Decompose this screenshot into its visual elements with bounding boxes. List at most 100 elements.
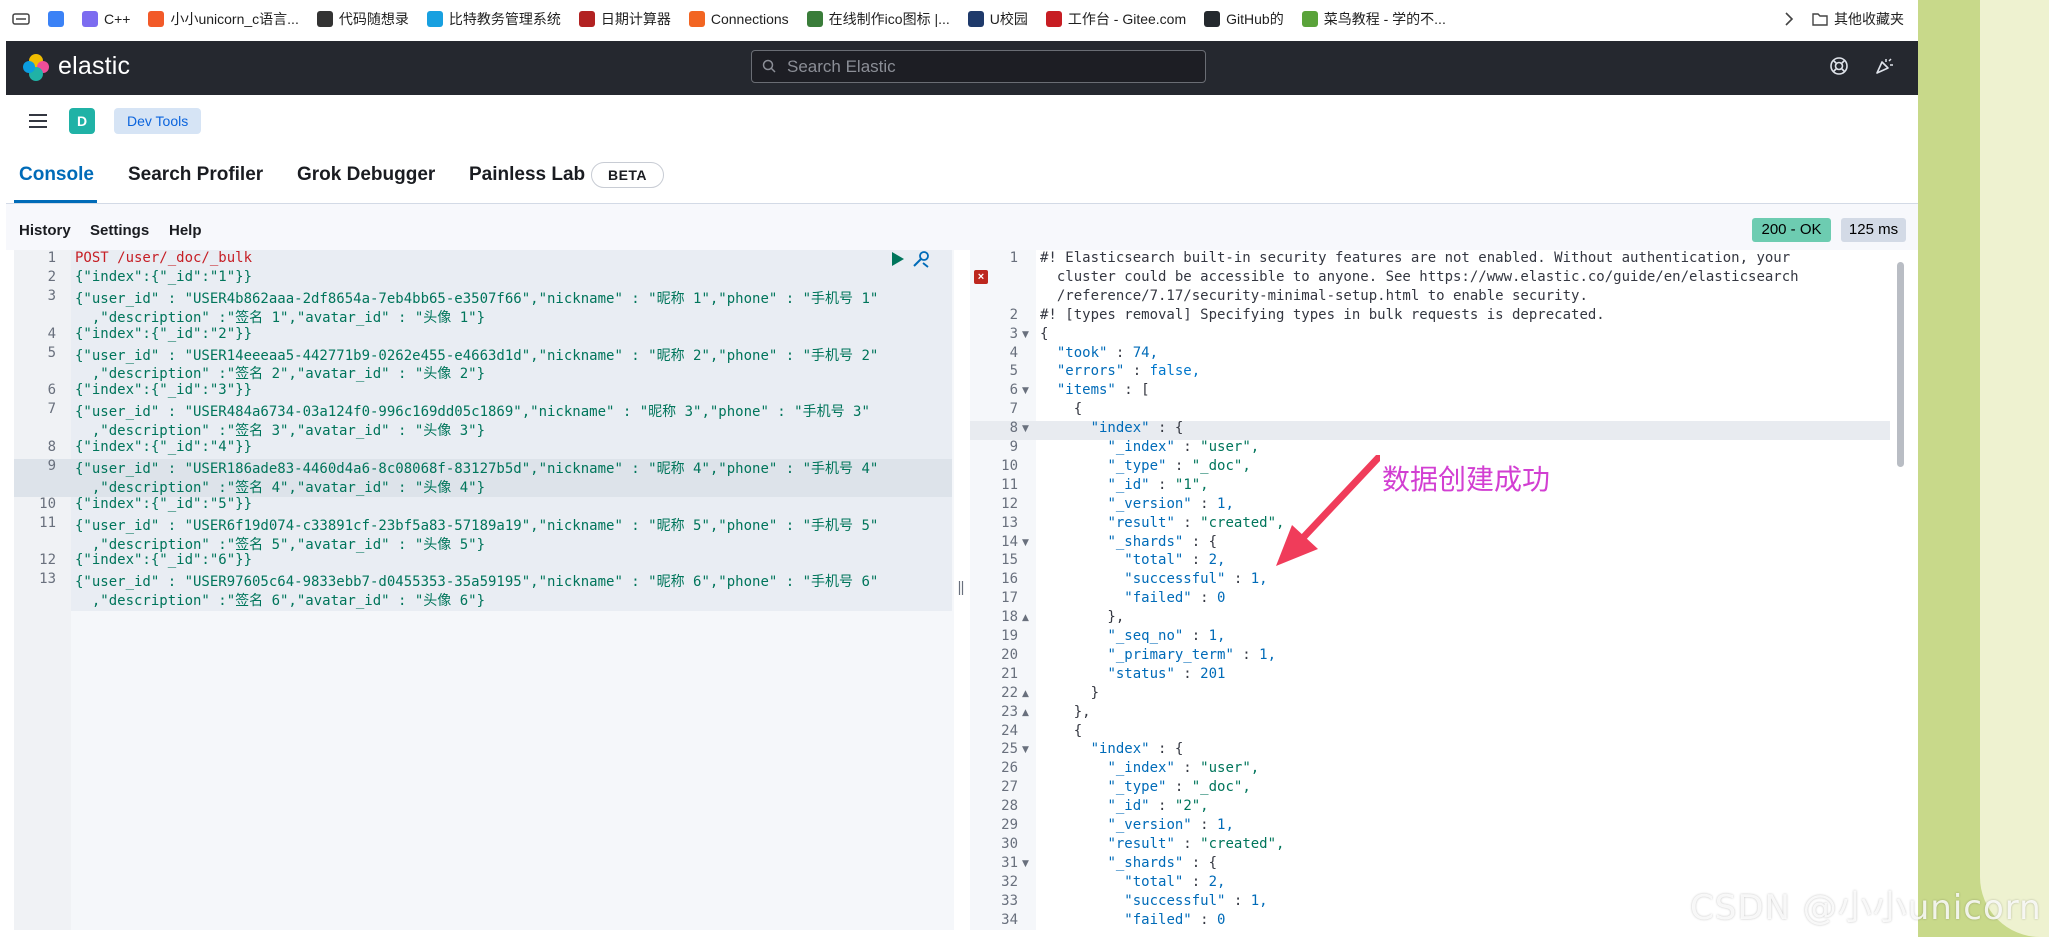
tab-search-profiler[interactable]: Search Profiler <box>128 164 263 186</box>
bookmark-item[interactable]: 比特教务管理系统 <box>426 9 561 29</box>
response-line-number: 29 <box>1001 817 1018 833</box>
fold-toggle-icon[interactable]: ▼ <box>1022 859 1029 869</box>
fold-toggle-icon[interactable]: ▼ <box>1022 386 1029 396</box>
newsfeed-cheer-icon[interactable] <box>1874 56 1894 76</box>
response-code-line: "total" : 2, <box>1124 552 1226 569</box>
warning-x-icon: × <box>974 270 988 284</box>
other-bookmarks-folder[interactable]: 其他收藏夹 <box>1812 9 1904 29</box>
request-code-line: {"index":{"_id":"5"}} <box>75 495 253 512</box>
settings-link[interactable]: Settings <box>90 222 149 239</box>
tab-console[interactable]: Console <box>19 164 94 186</box>
request-line-number: 5 <box>47 344 56 361</box>
bookmark-label: Connections <box>710 11 789 27</box>
bookmark-item[interactable]: Connections <box>688 9 789 29</box>
request-code-line: {"user_id" : "USER6f19d074-c33891cf-23bf… <box>75 517 879 534</box>
hamburger-menu-icon[interactable] <box>28 113 48 129</box>
response-code-line: }, <box>1040 609 1125 626</box>
response-code-line: "_type" : "_doc", <box>1107 457 1251 474</box>
folder-icon <box>1812 13 1828 26</box>
request-code-line: {"index":{"_id":"2"}} <box>75 325 253 342</box>
response-line-number: 6 <box>1009 382 1018 399</box>
help-lifebuoy-icon[interactable] <box>1829 56 1849 76</box>
request-code-line: {"user_id" : "USER484a6734-03a124f0-996c… <box>75 404 870 421</box>
elastic-logo-icon[interactable] <box>22 53 50 81</box>
other-bookmarks-label: 其他收藏夹 <box>1834 11 1904 27</box>
response-line-number: 4 <box>1009 344 1018 361</box>
response-line-number: 15 <box>1001 552 1018 569</box>
space-avatar[interactable]: D <box>69 108 95 134</box>
bookmark-favicon-icon <box>82 11 98 27</box>
bookmark-label: 工作台 - Gitee.com <box>1067 11 1187 27</box>
response-line-number: 30 <box>1001 835 1018 852</box>
response-code-line: "failed" : 0 <box>1124 590 1226 607</box>
response-code-line: "_primary_term" : 1, <box>1107 646 1277 663</box>
request-code-line: {"user_id" : "USER186ade83-4460d4a6-8c08… <box>75 460 879 477</box>
response-code-line: "_shards" : { <box>1107 854 1218 871</box>
fold-toggle-icon[interactable]: ▼ <box>1022 538 1029 548</box>
response-line-number: 16 <box>1001 571 1018 588</box>
bookmark-item[interactable]: C++ <box>82 9 130 29</box>
response-line-number: 10 <box>1001 457 1018 474</box>
bookmark-label: U校园 <box>989 11 1028 27</box>
bookmark-favicon-icon <box>806 11 823 27</box>
bookmark-label: GitHub的 <box>1226 11 1284 27</box>
brand-name[interactable]: elastic <box>58 52 130 81</box>
response-code-line: } <box>1040 684 1100 701</box>
request-code-line: ,"description" :"签名 2","avatar_id" : "头像… <box>75 366 486 383</box>
bookmark-favicon-icon <box>578 11 595 27</box>
response-code-line: "items" : [ <box>1056 382 1150 399</box>
response-line-number: 34 <box>1001 911 1018 928</box>
fold-toggle-icon[interactable]: ▼ <box>1022 745 1029 755</box>
bookmark-item[interactable]: 在线制作ico图标 |... <box>806 9 950 29</box>
response-line-number: 21 <box>1001 665 1018 682</box>
console-toolbar <box>6 204 1918 250</box>
response-code-line: #! [types removal] Specifying types in b… <box>1040 306 1605 323</box>
request-code-line: {"index":{"_id":"4"}} <box>75 439 253 455</box>
apps-icon[interactable] <box>12 12 30 26</box>
response-line-number: 28 <box>1001 798 1018 815</box>
bookmark-item[interactable]: 工作台 - Gitee.com <box>1045 9 1187 29</box>
response-line-number: 14 <box>1001 533 1018 550</box>
request-line-number: 2 <box>47 268 56 285</box>
csdn-watermark: CSDN @小小unicorn <box>1690 888 2042 928</box>
response-line-number: 8 <box>1009 420 1018 437</box>
request-line-number: 12 <box>39 552 56 569</box>
response-scrollbar[interactable] <box>1897 262 1904 467</box>
response-code-line: { <box>1040 325 1049 342</box>
response-code-line: /reference/7.17/security-minimal-setup.h… <box>1040 287 1588 304</box>
request-line-number: 6 <box>47 382 56 399</box>
response-code-line: "failed" : 0 <box>1124 911 1226 928</box>
tab-grok-debugger[interactable]: Grok Debugger <box>297 164 435 186</box>
response-code-line: "_id" : "2", <box>1107 798 1209 815</box>
help-link[interactable]: Help <box>169 222 202 239</box>
fold-toggle-icon[interactable]: ▲ <box>1022 689 1029 699</box>
breadcrumb-dev-tools[interactable]: Dev Tools <box>114 108 202 134</box>
breadcrumb-bar <box>6 95 1918 148</box>
bookmark-item[interactable]: 日期计算器 <box>578 9 671 29</box>
bookmarks-more-chevron-icon[interactable] <box>1784 12 1794 26</box>
request-options-wrench-icon[interactable] <box>911 250 931 268</box>
bookmark-item[interactable]: 小小unicorn_c语言... <box>148 9 299 29</box>
bookmark-item[interactable] <box>48 9 64 29</box>
bookmark-item[interactable]: GitHub的 <box>1204 9 1284 29</box>
active-tab-indicator <box>14 200 97 203</box>
fold-toggle-icon[interactable]: ▲ <box>1022 613 1029 623</box>
send-request-play-icon[interactable] <box>890 251 905 267</box>
bookmark-label: 比特教务管理系统 <box>448 11 561 27</box>
bookmark-item[interactable]: U校园 <box>967 9 1028 29</box>
fold-toggle-icon[interactable]: ▼ <box>1022 330 1029 340</box>
fold-toggle-icon[interactable]: ▲ <box>1022 708 1029 718</box>
splitter-grip-icon[interactable] <box>958 580 964 596</box>
history-link[interactable]: History <box>19 222 71 239</box>
request-code-line: ,"description" :"签名 6","avatar_id" : "头像… <box>75 593 486 610</box>
bookmark-label: C++ <box>104 11 131 27</box>
bookmark-item[interactable]: 菜鸟教程 - 学的不... <box>1301 9 1446 29</box>
bookmark-item[interactable]: 代码随想录 <box>316 9 409 29</box>
response-line-number: 31 <box>1001 854 1018 871</box>
fold-toggle-icon[interactable]: ▼ <box>1022 424 1029 434</box>
request-line-number: 9 <box>47 457 56 474</box>
request-code-line: ,"description" :"签名 5","avatar_id" : "头像… <box>75 536 486 553</box>
response-line-number: 1 <box>1009 250 1018 266</box>
response-code-line: "result" : "created", <box>1107 514 1285 531</box>
tab-painless-lab[interactable]: Painless Lab <box>469 164 585 186</box>
